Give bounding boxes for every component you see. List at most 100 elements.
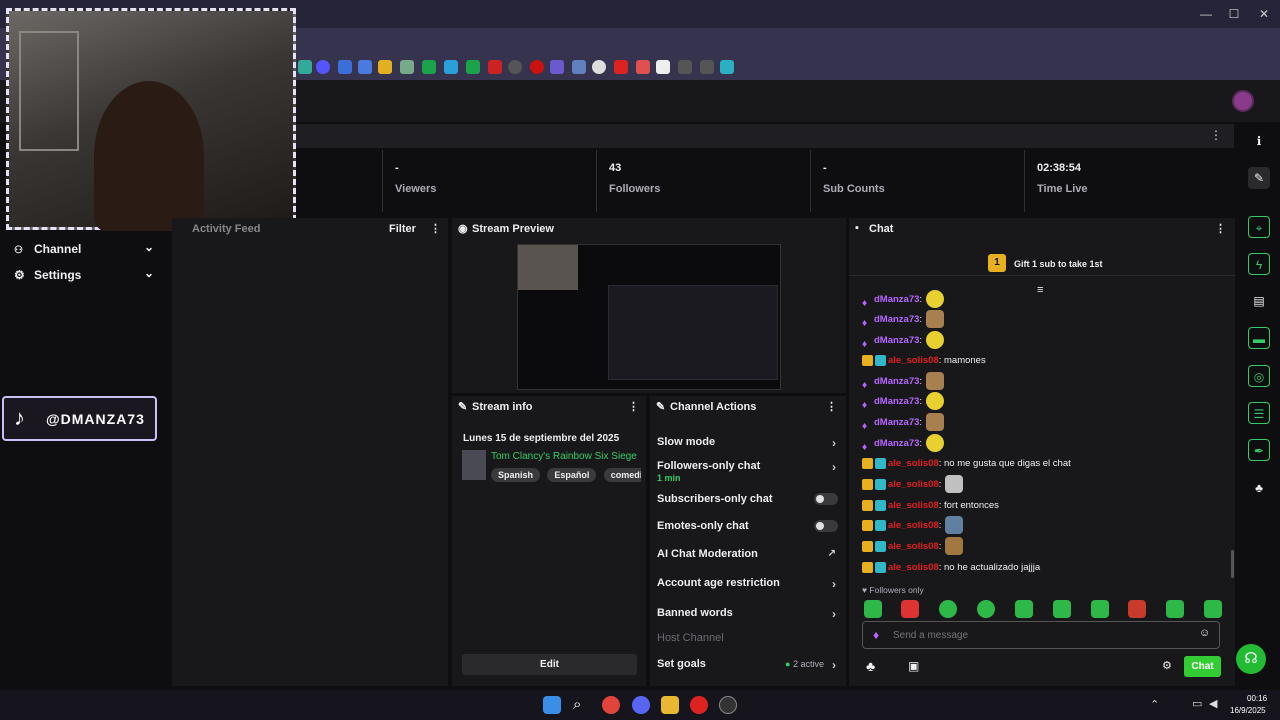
chat-username[interactable]: ale_solis08 [888,562,939,573]
action-account-age[interactable]: Account age restriction › [657,577,842,591]
emote-icon[interactable] [864,600,882,618]
bookmark-icon[interactable] [656,60,670,74]
sidebar-item-channel[interactable]: ⚇ Channel ⌄ [14,240,164,262]
chat-message[interactable]: ♦ dManza73: [862,331,1222,351]
close-button[interactable]: ✕ [1254,6,1274,22]
chat-username[interactable]: dManza73 [874,376,919,387]
bookmark-icon[interactable] [530,60,544,74]
chat-message[interactable]: ♦ dManza73: [862,290,1222,310]
youtube-icon[interactable] [690,696,708,714]
support-chat-icon[interactable]: ☊ [1236,644,1266,674]
chat-message[interactable]: ♦ dManza73: [862,434,1222,454]
chat-message[interactable]: ale_solis08: no me gusta que digas el ch… [862,454,1222,474]
discord-icon[interactable] [632,696,650,714]
volume-icon[interactable]: ◀ [1209,697,1217,710]
chat-scrollbar[interactable] [1231,550,1234,578]
tray-chevron-icon[interactable]: ⌃ [1150,698,1159,711]
chat-username[interactable]: dManza73 [874,417,919,428]
action-banned-words[interactable]: Banned words › [657,607,842,621]
taskbar-clock[interactable]: 00:16 [1247,694,1267,703]
chat-username[interactable]: ale_solis08 [888,500,939,511]
action-followers-only[interactable]: Followers-only chat › 1 min [657,460,842,483]
action-set-goals[interactable]: Set goals ● 2 active › [657,658,842,672]
subscribers-only-toggle[interactable] [814,493,838,505]
maximize-button[interactable]: ☐ [1224,6,1244,22]
bookmark-icon[interactable] [358,60,372,74]
bookmark-icon[interactable] [592,60,606,74]
chat-send-button[interactable]: Chat [1184,656,1221,677]
tag[interactable]: Spanish [491,468,541,482]
tag[interactable]: Español [547,468,597,482]
bookmark-icon[interactable] [338,60,352,74]
bookmark-icon[interactable] [298,60,312,74]
bookmark-icon[interactable] [444,60,458,74]
sidebar-item-settings[interactable]: ⚙ Settings ⌄ [14,266,164,288]
chat-message[interactable]: ale_solis08: fort entonces [862,496,1222,516]
gift-icon[interactable]: ▣ [908,659,919,673]
bookmark-icon[interactable] [614,60,628,74]
broadcast-icon[interactable]: ◎ [1248,365,1270,387]
search-icon[interactable]: ⌕ [573,696,591,714]
chat-message[interactable]: ♦ dManza73: [862,392,1222,412]
bookmark-icon[interactable] [422,60,436,74]
channel-points-icon[interactable]: ♣ [866,658,875,674]
emote-icon[interactable] [1166,600,1184,618]
taskbar-date[interactable]: 16/9/2025 [1230,706,1266,715]
emoji-picker-icon[interactable]: ☺ [1199,627,1210,639]
bookmark-icon[interactable] [636,60,650,74]
emote-icon[interactable] [1053,600,1071,618]
chat-message[interactable]: ♦ dManza73: [862,372,1222,392]
network-icon[interactable]: ▭ [1192,697,1202,710]
points-icon[interactable]: ♣ [1248,477,1270,499]
windows-start-icon[interactable] [543,696,561,714]
gift-sub-leaderboard[interactable]: 1 Gift 1 sub to take 1st [849,252,1235,276]
chat-username[interactable]: ale_solis08 [888,520,939,531]
tag[interactable]: comedia [603,468,641,482]
chat-message[interactable]: ale_solis08: mamones [862,351,1222,371]
action-emotes-only[interactable]: Emotes-only chat [657,520,842,532]
kebab-menu-icon[interactable]: ⋮ [628,400,639,413]
emote-icon[interactable] [977,600,995,618]
chat-settings-gear-icon[interactable]: ⚙ [1162,659,1172,672]
wrench-icon[interactable]: ✒ [1248,439,1270,461]
bookmark-icon[interactable] [700,60,714,74]
minimize-button[interactable]: — [1196,6,1216,22]
bookmark-icon[interactable] [488,60,502,74]
bookmark-icon[interactable] [466,60,480,74]
bookmark-icon[interactable] [678,60,692,74]
chat-username[interactable]: dManza73 [874,396,919,407]
chat-username[interactable]: dManza73 [874,438,919,449]
info-icon[interactable]: ℹ [1248,130,1270,152]
bookmark-icon[interactable] [378,60,392,74]
edit-button[interactable]: Edit [462,654,637,675]
emotes-only-toggle[interactable] [814,520,838,532]
chat-username[interactable]: ale_solis08 [888,458,939,469]
bookmark-icon[interactable] [400,60,414,74]
kebab-menu-icon[interactable]: ⋮ [1215,222,1226,235]
emote-icon[interactable] [1204,600,1222,618]
chat-message[interactable]: ale_solis08: [862,475,1222,495]
document-icon[interactable]: ▤ [1248,290,1270,312]
chat-message-input[interactable] [893,626,1193,644]
lightning-icon[interactable]: ϟ [1248,253,1270,275]
action-subscribers-only[interactable]: Subscribers-only chat [657,493,842,505]
action-ai-moderation[interactable]: AI Chat Moderation ↗ [657,548,842,560]
emote-icon[interactable] [1015,600,1033,618]
scan-icon[interactable]: ⌖ [1248,216,1270,238]
chat-input-box[interactable]: ♦ ☺ [862,621,1220,649]
chat-username[interactable]: dManza73 [874,314,919,325]
stats-menu-icon[interactable]: ⋮ [1210,128,1222,142]
file-explorer-icon[interactable] [661,696,679,714]
user-avatar[interactable] [1232,90,1254,112]
chat-icon[interactable]: ▬ [1248,327,1270,349]
stream-preview-video[interactable] [517,244,781,390]
chat-username[interactable]: ale_solis08 [888,355,939,366]
chat-username[interactable]: ale_solis08 [888,479,939,490]
filter-button[interactable]: Filter [389,223,416,235]
stack-icon[interactable]: ☰ [1248,402,1270,424]
emote-icon[interactable] [1091,600,1109,618]
game-link[interactable]: Tom Clancy's Rainbow Six Siege [491,451,637,462]
bookmark-icon[interactable] [550,60,564,74]
bookmark-icon[interactable] [316,60,330,74]
chrome-icon[interactable] [602,696,620,714]
